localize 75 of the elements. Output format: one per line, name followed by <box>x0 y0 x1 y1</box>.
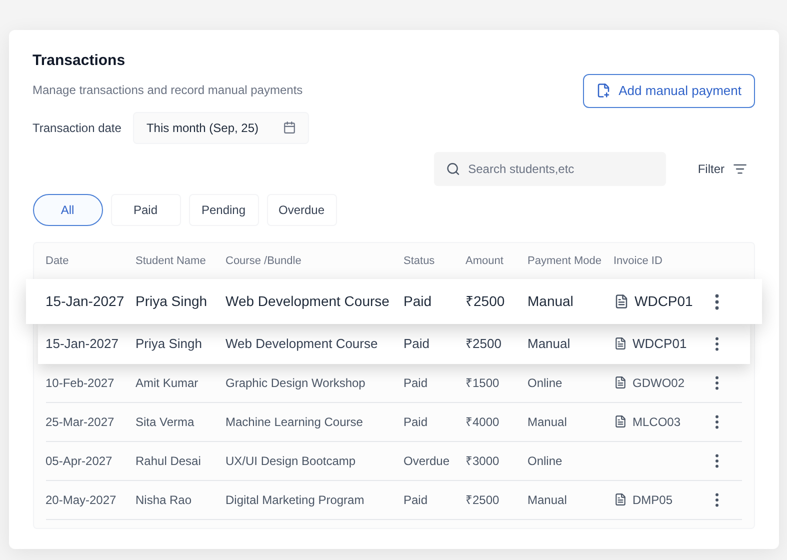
amount-cell-text: ₹1500 <box>466 374 500 392</box>
more-vertical-icon <box>714 492 718 506</box>
column-header: Student Name <box>136 254 207 268</box>
status-cell-text: Paid <box>404 335 431 353</box>
payment-mode-cell-text: Manual <box>528 414 568 430</box>
more-vertical-icon <box>714 454 718 468</box>
amount-cell-text: ₹3000 <box>466 452 500 470</box>
status-cell-text: Paid <box>404 414 429 430</box>
date-cell-text: 15-Jan-2027 <box>46 335 120 353</box>
status-cell-text: Paid <box>404 292 433 311</box>
payment-mode-cell-text: Online <box>528 374 564 392</box>
column-header: Invoice ID <box>614 254 664 268</box>
date-cell-text: 20-May-2027 <box>46 492 118 508</box>
add-payment-button[interactable]: Add manual payment <box>582 74 754 108</box>
status-tab[interactable]: Pending <box>188 194 258 226</box>
filter-icon <box>732 162 746 176</box>
search-input[interactable]: Search students,etc <box>468 160 654 178</box>
more-vertical-icon <box>714 336 718 351</box>
document-icon <box>614 294 628 309</box>
payment-mode-cell-text: Online <box>528 452 564 470</box>
status-cell-text: Paid <box>404 492 429 508</box>
status-tab[interactable]: All <box>32 194 102 226</box>
column-header: Date <box>46 254 70 268</box>
amount-cell-text: ₹2500 <box>466 292 506 311</box>
amount-cell-text: ₹2500 <box>466 492 500 508</box>
invoice-cell-text: MLCO03 <box>632 414 681 430</box>
invoice-cell-text: DMP05 <box>632 492 673 508</box>
payment-mode-cell-text: Manual <box>528 335 572 353</box>
calendar-icon <box>282 121 296 134</box>
date-cell-text: 15-Jan-2027 <box>46 292 126 311</box>
document-icon <box>614 337 626 350</box>
document-icon <box>614 493 626 506</box>
student-cell-text: Amit Kumar <box>136 374 200 392</box>
column-header: Amount <box>466 254 504 268</box>
student-cell-text: Rahul Desai <box>136 452 202 470</box>
student-cell-text: Sita Verma <box>136 414 196 430</box>
course-cell-text: Graphic Design Workshop <box>226 374 366 392</box>
invoice-cell-text: GDWO02 <box>632 374 685 392</box>
column-header: Course /Bundle <box>226 254 302 268</box>
more-vertical-icon <box>714 376 718 390</box>
date-filter-label: Transaction date <box>32 120 122 136</box>
course-cell-text: Web Development Course <box>226 335 379 353</box>
column-header: Payment Mode <box>528 254 602 268</box>
student-cell-text: Nisha Rao <box>136 492 193 508</box>
course-cell-text: Web Development Course <box>226 292 390 311</box>
more-vertical-icon <box>714 414 718 428</box>
payment-mode-cell-text: Manual <box>528 292 574 311</box>
page-title: Transactions <box>32 51 126 71</box>
date-cell-text: 10-Feb-2027 <box>46 374 116 392</box>
student-cell-text: Priya Singh <box>136 292 208 311</box>
student-cell-text: Priya Singh <box>136 335 203 353</box>
status-cell-text: Overdue <box>404 452 451 470</box>
invoice-cell-text: WDCP01 <box>634 292 693 311</box>
document-icon <box>614 376 626 389</box>
file-plus-icon <box>596 83 611 98</box>
status-tab[interactable]: Paid <box>110 194 180 226</box>
date-cell-text: 05-Apr-2027 <box>46 452 114 470</box>
search-icon <box>446 160 460 176</box>
date-picker[interactable]: This month (Sep, 25) <box>133 112 309 144</box>
search-field[interactable]: Search students,etc <box>434 152 666 186</box>
status-tab[interactable]: Overdue <box>266 194 336 226</box>
payment-mode-cell-text: Manual <box>528 492 568 508</box>
page-subtitle: Manage transactions and record manual payments <box>32 82 303 98</box>
filter-button[interactable]: Filter <box>690 156 754 182</box>
course-cell-text: Digital Marketing Program <box>226 492 366 508</box>
invoice-cell-text: WDCP01 <box>632 335 687 353</box>
amount-cell-text: ₹4000 <box>466 414 500 430</box>
more-vertical-icon <box>714 294 718 310</box>
status-cell-text: Paid <box>404 374 429 392</box>
column-header: Status <box>404 254 436 268</box>
amount-cell-text: ₹2500 <box>466 335 502 353</box>
course-cell-text: Machine Learning Course <box>226 414 364 430</box>
course-cell-text: UX/UI Design Bootcamp <box>226 452 357 470</box>
document-icon <box>614 415 626 428</box>
date-cell-text: 25-Mar-2027 <box>46 414 116 430</box>
